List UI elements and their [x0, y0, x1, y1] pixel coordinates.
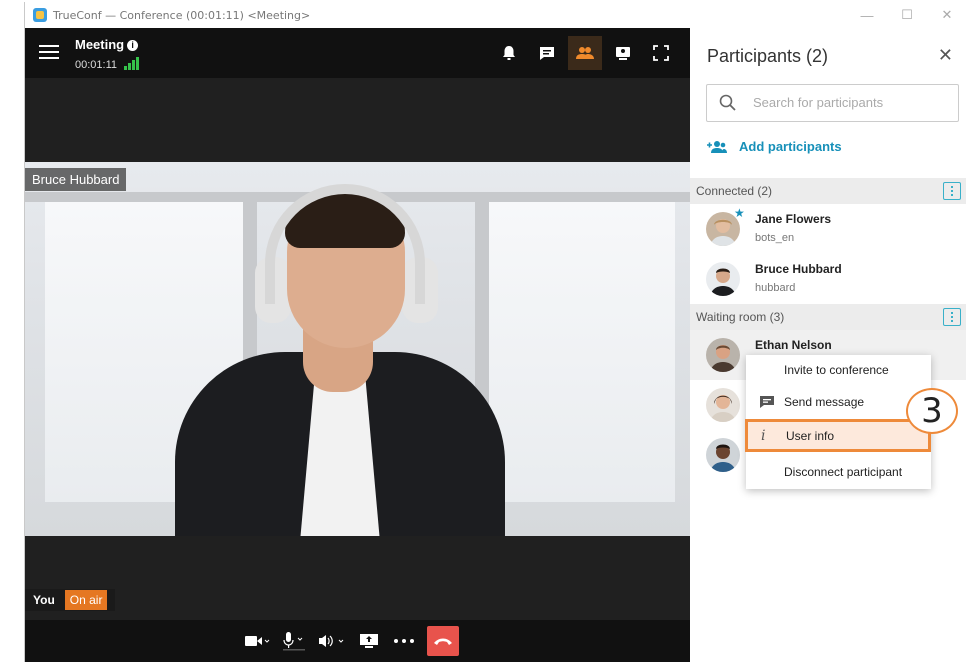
owner-star-icon: ★ [734, 206, 745, 220]
waiting-room-options-icon[interactable] [943, 308, 961, 326]
layout-icon[interactable] [606, 36, 640, 70]
conference-top-bar: Meeting i 00:01:11 [25, 28, 690, 78]
participant-search-input[interactable]: Search for participants [706, 84, 959, 122]
search-icon [719, 94, 736, 111]
disconnect-participant-menu-item[interactable]: Disconnect participant [746, 457, 931, 487]
chat-icon[interactable] [530, 36, 564, 70]
search-placeholder: Search for participants [753, 95, 884, 110]
speaker-name-tag: Bruce Hubbard [25, 168, 127, 191]
close-window-button[interactable]: ✕ [927, 2, 966, 28]
waiting-room-section-header: Waiting room (3) [690, 304, 966, 330]
connected-section-header: Connected (2) [690, 178, 966, 204]
minimize-button[interactable]: — [847, 2, 887, 28]
connected-label: Connected (2) [696, 184, 773, 198]
more-icon[interactable] [393, 626, 415, 656]
send-message-menu-item[interactable]: Send message [746, 387, 931, 417]
participant-name: Bruce Hubbard [755, 262, 842, 276]
bell-icon[interactable] [492, 36, 526, 70]
meeting-title-text: Meeting [75, 37, 125, 52]
avatar [706, 438, 740, 472]
participant-context-menu: Invite to conference Send message i User… [745, 355, 931, 489]
invite-to-conference-menu-item[interactable]: Invite to conference [746, 355, 931, 385]
close-panel-button[interactable]: ✕ [938, 45, 953, 66]
message-icon [760, 396, 774, 408]
headphone-band [265, 184, 425, 304]
waiting-room-label: Waiting room (3) [696, 310, 785, 324]
signal-strength-icon [124, 57, 140, 73]
on-air-badge: On air [64, 590, 108, 610]
bottom-control-bar [25, 620, 690, 662]
connected-options-icon[interactable] [943, 182, 961, 200]
meeting-title: Meeting i [75, 37, 139, 52]
step-callout-badge: 3 [906, 388, 958, 434]
video-area: Meeting i 00:01:11 Bruce Hubbard You On … [25, 28, 690, 662]
avatar [706, 338, 740, 372]
participant-item[interactable]: Bruce Hubbard hubbard [690, 254, 966, 304]
fullscreen-icon[interactable] [644, 36, 678, 70]
self-view-label: You On air [25, 589, 116, 611]
menu-item-label: Invite to conference [784, 363, 889, 377]
maximize-button[interactable]: ☐ [887, 2, 927, 28]
add-participants-label: Add participants [739, 139, 842, 154]
top-toolbar [488, 36, 678, 70]
menu-item-label: Send message [784, 395, 865, 409]
avatar [706, 262, 740, 296]
remote-video: Bruce Hubbard [25, 162, 690, 536]
panel-title: Participants (2) [707, 46, 829, 66]
participant-name: Ethan Nelson [755, 338, 832, 352]
participants-panel: Participants (2) ✕ Search for participan… [690, 28, 966, 662]
meeting-timer: 00:01:11 [75, 57, 140, 73]
participant-item[interactable]: ★ Jane Flowers bots_en [690, 204, 966, 254]
add-user-icon [707, 140, 727, 153]
participants-icon[interactable] [568, 36, 602, 70]
title-bar: TrueConf — Conference (00:01:11) <Meetin… [25, 2, 966, 28]
menu-item-label: User info [786, 428, 835, 443]
participant-name: Jane Flowers [755, 212, 832, 226]
avatar [706, 388, 740, 422]
window-background [485, 202, 675, 502]
info-italic-icon: i [761, 428, 766, 444]
window-controls: — ☐ ✕ [847, 2, 966, 28]
elapsed-time: 00:01:11 [75, 59, 118, 71]
microphone-icon[interactable] [283, 626, 307, 656]
camera-icon[interactable] [245, 626, 271, 656]
menu-icon[interactable] [39, 45, 59, 61]
window-title: TrueConf — Conference (00:01:11) <Meetin… [53, 8, 311, 22]
hangup-button[interactable] [427, 626, 459, 656]
speaker-icon[interactable] [319, 626, 347, 656]
media-controls [245, 626, 471, 656]
participant-login: hubbard [755, 282, 796, 294]
add-participants-button[interactable]: Add participants [707, 139, 842, 154]
share-screen-icon[interactable] [359, 626, 381, 656]
info-icon[interactable]: i [127, 40, 139, 51]
hangup-icon [434, 638, 452, 645]
self-label: You [33, 593, 55, 607]
participant-login: bots_en [755, 232, 795, 244]
app-window: TrueConf — Conference (00:01:11) <Meetin… [24, 2, 966, 662]
user-info-menu-item[interactable]: i User info [745, 419, 931, 452]
trueconf-logo-icon [33, 8, 47, 22]
menu-item-label: Disconnect participant [784, 465, 903, 479]
